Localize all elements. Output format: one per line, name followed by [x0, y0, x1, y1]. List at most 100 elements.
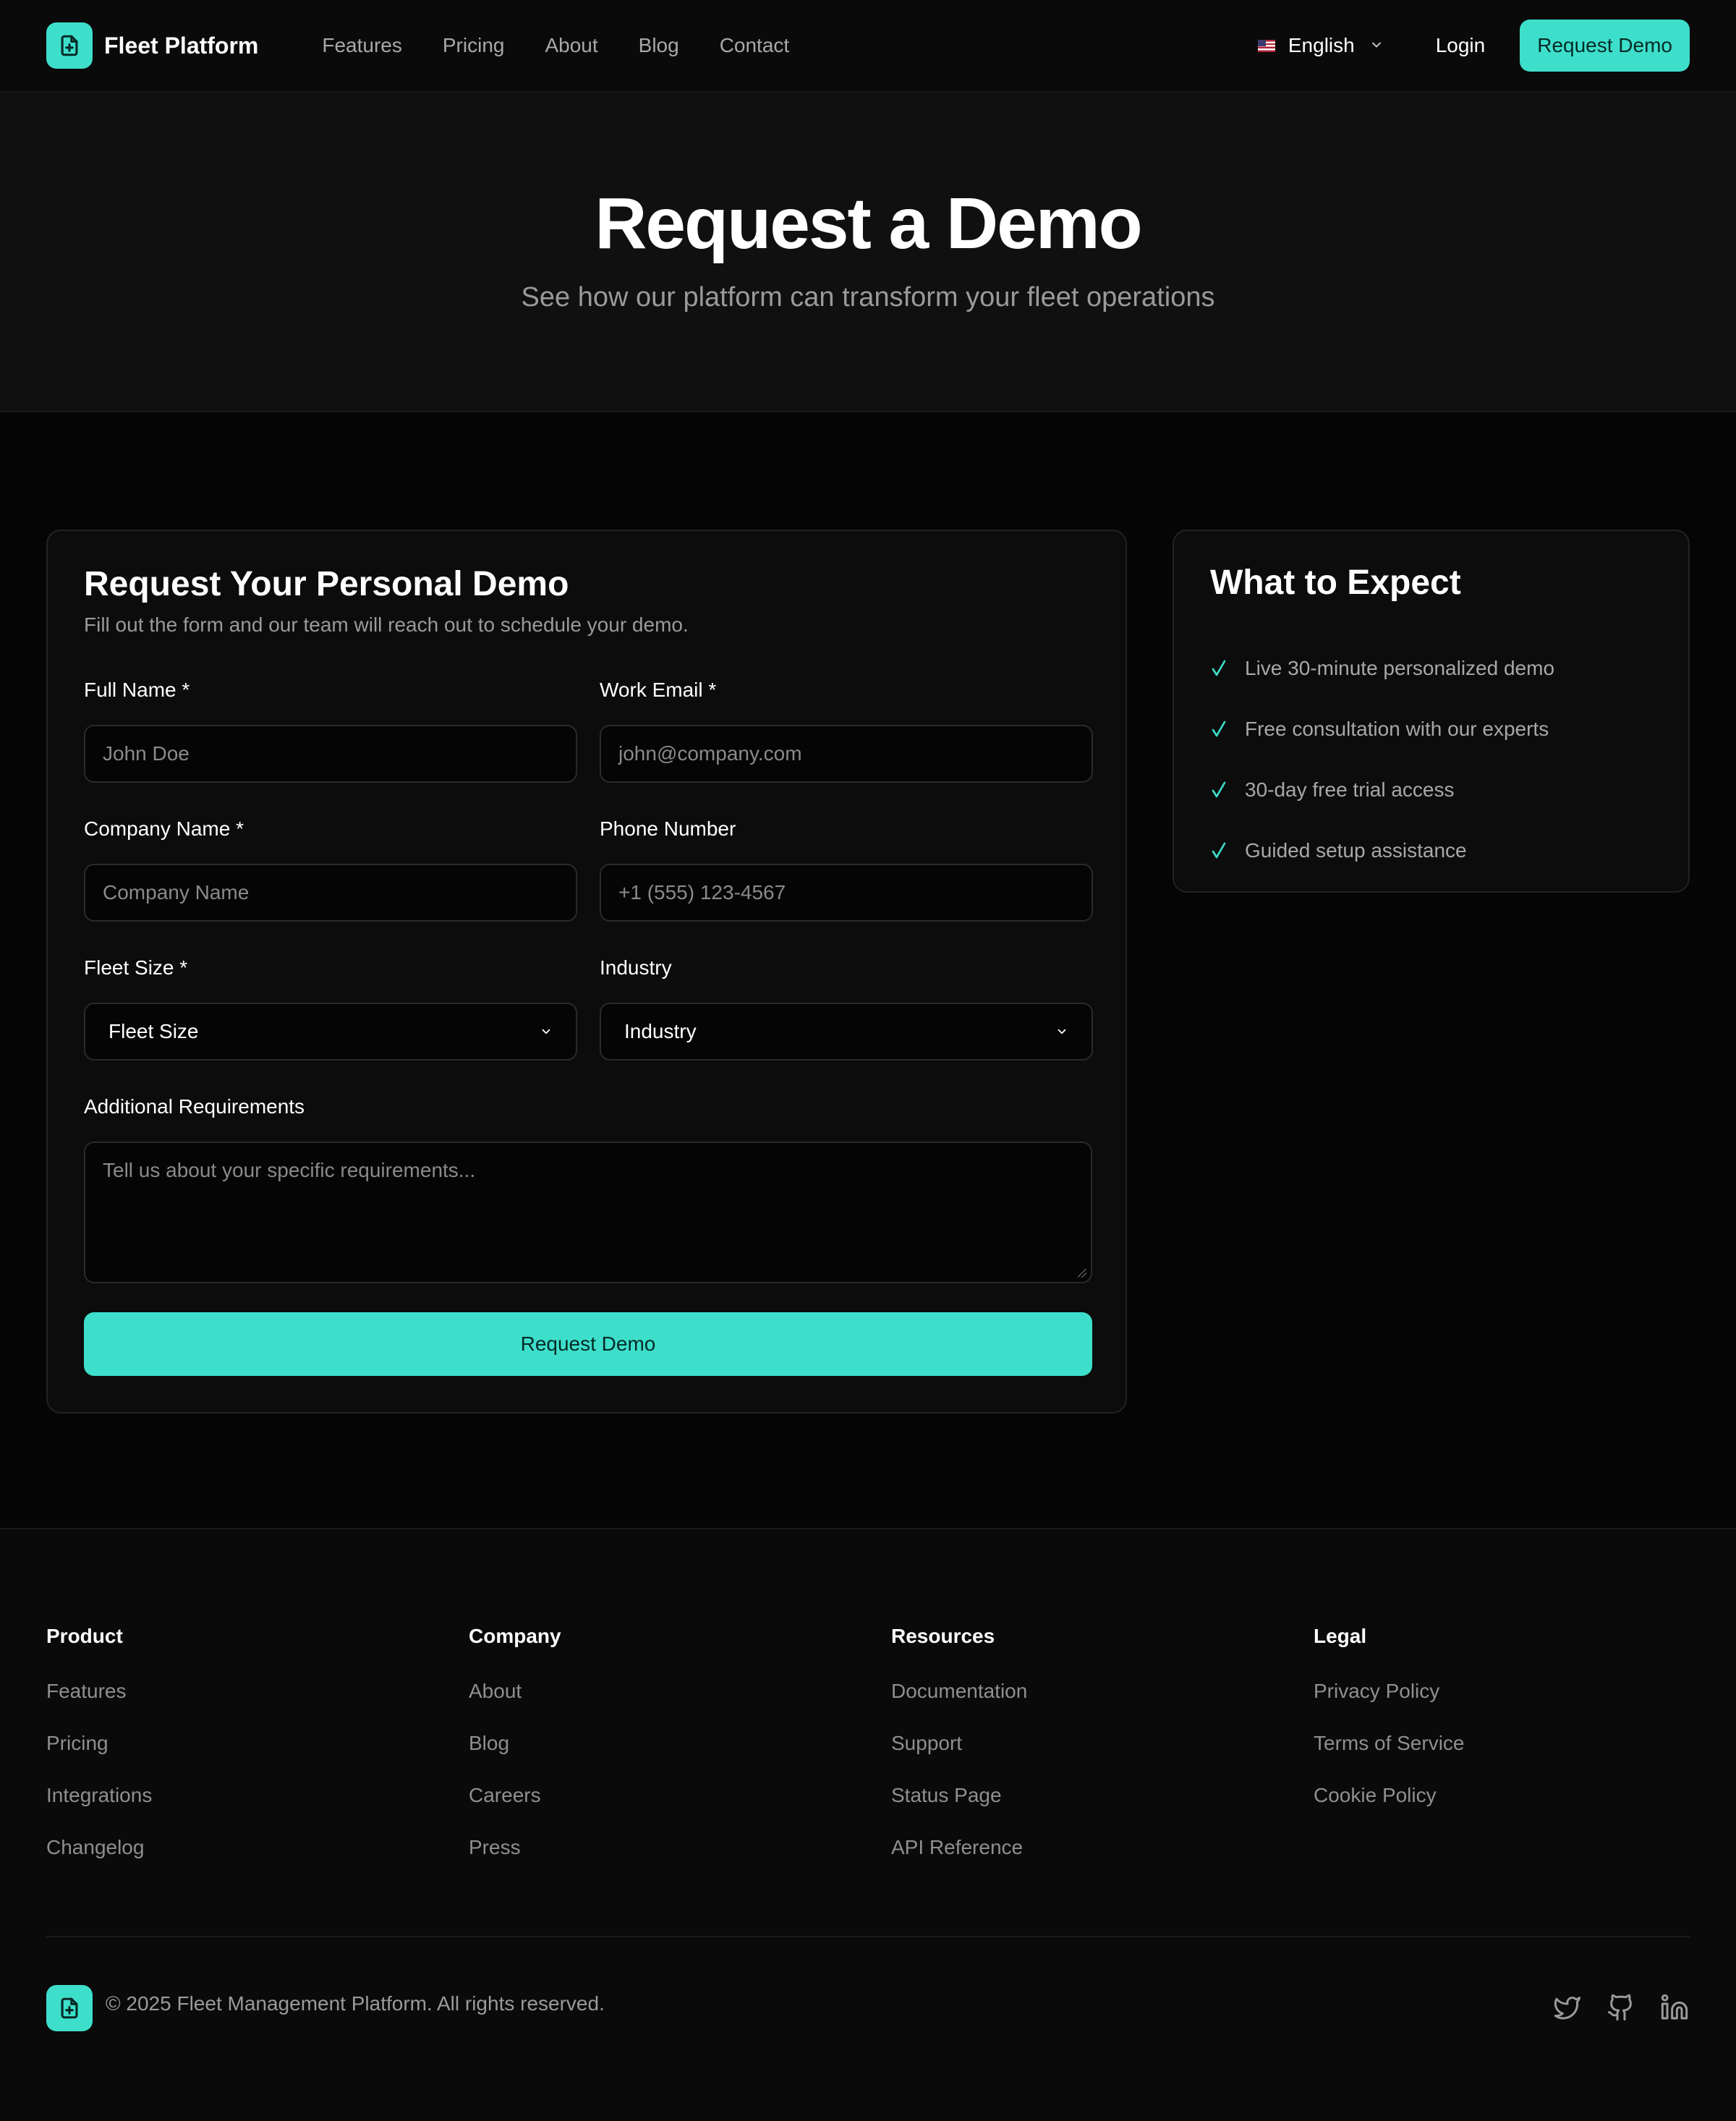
requirements-label: Additional Requirements — [84, 1095, 305, 1118]
footer-link-pricing[interactable]: Pricing — [46, 1717, 152, 1769]
expect-item-text: 30-day free trial access — [1245, 778, 1455, 801]
requirements-group: Additional Requirements Tell us about yo… — [84, 1095, 1092, 1283]
company-name-label: Company Name * — [84, 817, 244, 840]
nav-link-about[interactable]: About — [545, 34, 597, 57]
linkedin-icon[interactable] — [1659, 1992, 1690, 2023]
login-link[interactable]: Login — [1436, 34, 1486, 57]
footer-link-api-reference[interactable]: API Reference — [891, 1822, 1027, 1874]
request-demo-nav-button[interactable]: Request Demo — [1520, 20, 1690, 72]
chevron-down-icon — [1055, 1020, 1068, 1043]
resize-handle-icon[interactable] — [1078, 1269, 1086, 1278]
fleet-size-group: Fleet Size * Fleet Size — [84, 956, 577, 1060]
nav-link-pricing[interactable]: Pricing — [443, 34, 505, 57]
footer-link-terms-of-service[interactable]: Terms of Service — [1314, 1717, 1465, 1769]
list-item: Free consultation with our experts — [1210, 699, 1554, 760]
what-to-expect-card: What to Expect Live 30-minute personaliz… — [1173, 530, 1690, 893]
work-email-label: Work Email * — [600, 679, 717, 701]
top-navbar: Fleet Platform Features Pricing About Bl… — [0, 0, 1736, 93]
list-item: 30-day free trial access — [1210, 760, 1554, 820]
site-footer: Product Features Pricing Integrations Ch… — [0, 1528, 1736, 2121]
company-name-group: Company Name * Company Name — [84, 817, 577, 922]
list-item: Guided setup assistance — [1210, 820, 1554, 881]
full-name-input[interactable]: John Doe — [84, 725, 577, 783]
footer-link-press[interactable]: Press — [469, 1822, 561, 1874]
phone-input[interactable]: +1 (555) 123-4567 — [600, 864, 1093, 922]
industry-label: Industry — [600, 956, 672, 979]
expect-list: Live 30-minute personalized demo Free co… — [1210, 638, 1554, 881]
phone-group: Phone Number +1 (555) 123-4567 — [600, 817, 1093, 922]
company-name-input[interactable]: Company Name — [84, 864, 577, 922]
fleet-size-value: Fleet Size — [109, 1020, 199, 1042]
footer-link-integrations[interactable]: Integrations — [46, 1769, 152, 1822]
footer-column-product: Product Features Pricing Integrations Ch… — [46, 1625, 152, 1874]
nav-link-features[interactable]: Features — [322, 34, 402, 57]
phone-label: Phone Number — [600, 817, 736, 840]
footer-column-title: Legal — [1314, 1625, 1367, 1647]
form-title: Request Your Personal Demo — [84, 565, 569, 603]
fleet-size-label: Fleet Size * — [84, 956, 188, 979]
chevron-down-icon — [1369, 34, 1384, 57]
expect-title: What to Expect — [1210, 564, 1461, 602]
footer-divider — [46, 1936, 1690, 1937]
industry-value: Industry — [624, 1020, 697, 1042]
footer-column-title: Company — [469, 1625, 561, 1647]
footer-column-title: Product — [46, 1625, 123, 1647]
footer-column-legal: Legal Privacy Policy Terms of Service Co… — [1314, 1625, 1465, 1822]
check-icon — [1210, 719, 1229, 739]
check-icon — [1210, 658, 1229, 679]
footer-link-privacy-policy[interactable]: Privacy Policy — [1314, 1665, 1465, 1717]
full-name-group: Full Name * John Doe — [84, 679, 577, 783]
expect-item-text: Guided setup assistance — [1245, 839, 1467, 862]
document-plus-icon — [46, 22, 93, 69]
copyright-text: © 2025 Fleet Management Platform. All ri… — [106, 1992, 605, 2015]
list-item: Live 30-minute personalized demo — [1210, 638, 1554, 699]
footer-link-changelog[interactable]: Changelog — [46, 1822, 152, 1874]
footer-column-title: Resources — [891, 1625, 995, 1647]
fleet-size-select[interactable]: Fleet Size — [84, 1003, 577, 1060]
phone-placeholder: +1 (555) 123-4567 — [618, 881, 786, 904]
brand-logo-link[interactable]: Fleet Platform — [46, 22, 258, 69]
twitter-icon[interactable] — [1552, 1992, 1583, 2023]
footer-link-blog[interactable]: Blog — [469, 1717, 561, 1769]
requirements-textarea[interactable]: Tell us about your specific requirements… — [84, 1142, 1092, 1283]
hero-section: Request a Demo See how our platform can … — [0, 93, 1736, 412]
expect-item-text: Free consultation with our experts — [1245, 718, 1549, 740]
github-icon[interactable] — [1606, 1992, 1636, 2023]
footer-column-company: Company About Blog Careers Press — [469, 1625, 561, 1874]
footer-link-status-page[interactable]: Status Page — [891, 1769, 1027, 1822]
check-icon — [1210, 780, 1229, 800]
footer-link-documentation[interactable]: Documentation — [891, 1665, 1027, 1717]
industry-select[interactable]: Industry — [600, 1003, 1093, 1060]
footer-link-cookie-policy[interactable]: Cookie Policy — [1314, 1769, 1465, 1822]
nav-link-blog[interactable]: Blog — [639, 34, 679, 57]
expect-item-text: Live 30-minute personalized demo — [1245, 657, 1555, 679]
nav-actions: English Login Request Demo — [1257, 20, 1690, 72]
language-label: English — [1288, 34, 1355, 56]
industry-group: Industry Industry — [600, 956, 1093, 1060]
requirements-placeholder: Tell us about your specific requirements… — [103, 1159, 476, 1181]
company-name-placeholder: Company Name — [103, 881, 250, 904]
us-flag-icon — [1257, 39, 1275, 52]
work-email-placeholder: john@company.com — [618, 742, 802, 765]
submit-request-demo-button[interactable]: Request Demo — [84, 1312, 1092, 1376]
brand-name: Fleet Platform — [104, 32, 259, 59]
main-nav: Features Pricing About Blog Contact — [322, 34, 830, 57]
footer-link-careers[interactable]: Careers — [469, 1769, 561, 1822]
language-selector[interactable]: English — [1257, 34, 1384, 57]
work-email-group: Work Email * john@company.com — [600, 679, 1093, 783]
social-links — [1552, 1992, 1690, 2023]
full-name-label: Full Name * — [84, 679, 190, 701]
nav-link-contact[interactable]: Contact — [720, 34, 790, 57]
footer-link-features[interactable]: Features — [46, 1665, 152, 1717]
footer-link-support[interactable]: Support — [891, 1717, 1027, 1769]
document-plus-icon — [46, 1985, 93, 2031]
page-title: Request a Demo — [595, 183, 1143, 264]
work-email-input[interactable]: john@company.com — [600, 725, 1093, 783]
demo-form-card: Request Your Personal Demo Fill out the … — [46, 530, 1127, 1414]
full-name-placeholder: John Doe — [103, 742, 190, 765]
chevron-down-icon — [540, 1020, 553, 1043]
check-icon — [1210, 841, 1229, 861]
footer-link-about[interactable]: About — [469, 1665, 561, 1717]
page-subtitle: See how our platform can transform your … — [521, 282, 1215, 313]
form-subtitle: Fill out the form and our team will reac… — [84, 613, 689, 636]
